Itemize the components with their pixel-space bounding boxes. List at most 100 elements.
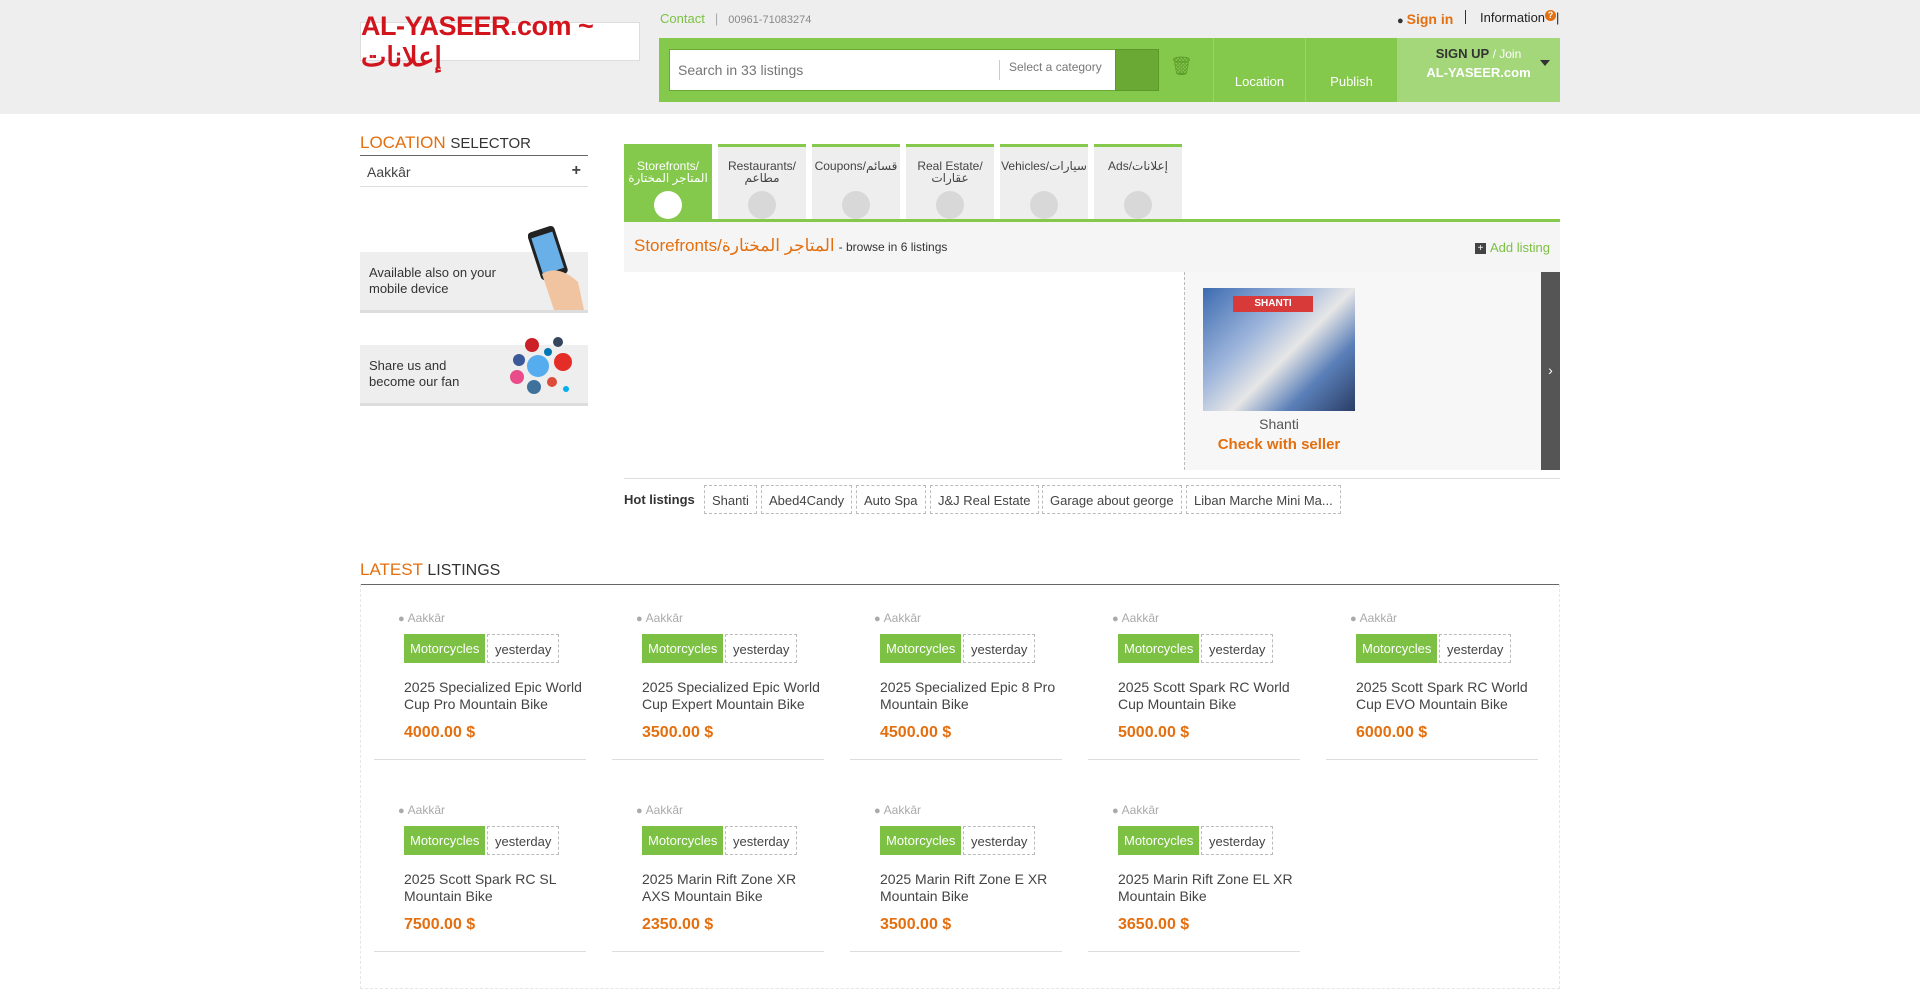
listing-category[interactable]: Motorcycles — [880, 634, 962, 663]
chevron-right-icon[interactable]: › — [1541, 272, 1560, 470]
listing-category[interactable]: Motorcycles — [1356, 634, 1438, 663]
listing-card[interactable]: ● Aakkâr Motorcycles yesterday 2025 Speciali… — [850, 584, 1062, 760]
location-item[interactable]: Aakkâr + — [360, 156, 588, 187]
listing-category[interactable]: Motorcycles — [642, 826, 724, 855]
listing-category[interactable]: Motorcycles — [880, 826, 962, 855]
trash-icon[interactable]: 🗑 — [1170, 56, 1193, 77]
listing-card[interactable]: ● Aakkâr Motorcycles yesterday 2025 Marin Ri… — [850, 776, 1062, 952]
search-input[interactable] — [678, 59, 993, 81]
share-promo[interactable]: Share us and become our fan — [360, 337, 588, 406]
tab-label: Restaurants/ ﻣﻄﺎﻋﻢ — [727, 159, 797, 185]
listing-card[interactable]: ● Aakkâr Motorcycles yesterday 2025 Scott Sp… — [374, 776, 586, 952]
listing-title[interactable]: 2025 Scott Spark RC World Cup Mountain B… — [1118, 679, 1298, 713]
hot-tag[interactable]: Shanti — [704, 485, 757, 514]
listing-category[interactable]: Motorcycles — [404, 634, 486, 663]
listing-location-label: Aakkâr — [883, 803, 922, 817]
plus-icon: + — [1475, 243, 1487, 255]
listing-title[interactable]: 2025 Scott Spark RC SL Mountain Bike — [404, 871, 584, 905]
listing-title[interactable]: 2025 Specialized Epic 8 Pro Mountain Bik… — [880, 679, 1060, 713]
nav-location-label: Location — [1234, 74, 1285, 89]
listing-location-label: Aakkâr — [645, 803, 684, 817]
search-button[interactable] — [1115, 49, 1159, 91]
tab-coupons[interactable]: Coupons/ﻗﺴﺎﺋﻢ — [812, 144, 900, 220]
listing-category[interactable]: Motorcycles — [1118, 826, 1200, 855]
listing-title[interactable]: 2025 Marin Rift Zone XR AXS Mountain Bik… — [642, 871, 822, 905]
listing-card[interactable]: ● Aakkâr Motorcycles yesterday 2025 Speciali… — [374, 584, 586, 760]
listing-title[interactable]: 2025 Scott Spark RC World Cup EVO Mounta… — [1356, 679, 1536, 713]
listing-location-label: Aakkâr — [1121, 803, 1160, 817]
listing-location: ● Aakkâr — [874, 803, 921, 817]
information-label: Information — [1480, 10, 1546, 25]
signup-button[interactable]: SIGN UP / Join AL-YASEER.com — [1397, 38, 1560, 102]
mobile-promo[interactable]: Available also on your mobile device — [360, 225, 588, 313]
map-pin-icon: ● — [1350, 613, 1357, 625]
search-field[interactable]: Select a category — [669, 49, 1119, 91]
title-rest: LISTINGS — [427, 562, 501, 579]
signup-site: AL-YASEER.com — [1426, 65, 1531, 80]
header-action-bar: Select a category 🗑 Location Publish SIG… — [659, 38, 1560, 102]
map-pin-icon: ● — [1112, 613, 1119, 625]
add-listing-link[interactable]: + Add listing — [1475, 240, 1550, 255]
signin-link[interactable]: ● Sign in — [1397, 11, 1453, 27]
divider — [1465, 10, 1466, 24]
featured-store-card[interactable]: SHANTI Shanti Check with seller — [1184, 272, 1541, 470]
listing-category[interactable]: Motorcycles — [1118, 634, 1200, 663]
nav-publish[interactable]: Publish — [1305, 38, 1397, 102]
listing-card[interactable]: ● Aakkâr Motorcycles yesterday 2025 Scott Sp… — [1088, 584, 1300, 760]
listing-price: 3650.00 $ — [1118, 916, 1190, 933]
store-image[interactable]: SHANTI — [1203, 288, 1355, 411]
tab-vehicles[interactable]: Vehicles/ﺳﻴﺎﺭﺍﺕ — [1000, 144, 1088, 220]
information-link[interactable]: Information? | — [1480, 10, 1559, 25]
contact-link[interactable]: Contact — [660, 11, 705, 26]
caret-down-icon — [1540, 60, 1550, 66]
listing-title[interactable]: 2025 Specialized Epic World Cup Expert M… — [642, 679, 822, 713]
listing-location-label: Aakkâr — [407, 803, 446, 817]
listing-price: 4000.00 $ — [404, 724, 476, 741]
header: AL-YASEER.com ~ إعلانات Contact | 00961-71… — [0, 0, 1920, 114]
divider: | — [714, 11, 719, 26]
hot-tag[interactable]: J&J Real Estate — [930, 485, 1039, 514]
map-pin-icon: ● — [874, 805, 881, 817]
tab-ads[interactable]: Ads/ﺇﻋﻼﻧﺎﺕ — [1094, 144, 1182, 220]
listing-date: yesterday — [725, 826, 798, 855]
storefront-title[interactable]: Storefronts/ﺍﻟﻤﺘﺎﺟﺮ ﺍﻟﻤﺨﺘﺎﺭﺓ - browse in … — [634, 236, 947, 256]
map-pin-icon: ● — [398, 613, 405, 625]
site-logo[interactable]: AL-YASEER.com ~ إعلانات — [360, 11, 640, 72]
listing-location: ● Aakkâr — [1350, 611, 1397, 625]
listing-date: yesterday — [1439, 634, 1512, 663]
tab-storefronts[interactable]: Storefronts/ ﺍﻟﻤﺘﺎﺟﺮ ﺍﻟﻤﺨﺘﺎﺭﺓ — [624, 144, 712, 220]
listing-price: 6000.00 $ — [1356, 724, 1428, 741]
user-icon: ● — [1397, 15, 1404, 27]
signup-label: SIGN UP — [1435, 46, 1489, 61]
listing-card[interactable]: ● Aakkâr Motorcycles yesterday 2025 Marin Ri… — [612, 776, 824, 952]
nav-location[interactable]: Location — [1213, 38, 1305, 102]
category-select[interactable]: Select a category — [999, 60, 1102, 80]
nav-publish-label: Publish — [1330, 74, 1373, 89]
tab-real-estate[interactable]: Real Estate/ ﻋﻘﺎﺭﺍﺕ — [906, 144, 994, 220]
divider — [624, 478, 1560, 479]
house-icon — [936, 191, 964, 219]
listing-price: 5000.00 $ — [1118, 724, 1190, 741]
check-with-seller[interactable]: Check with seller — [1185, 436, 1373, 453]
listing-card[interactable]: ● Aakkâr Motorcycles yesterday 2025 Speciali… — [612, 584, 824, 760]
listing-location: ● Aakkâr — [1112, 611, 1159, 625]
listing-category[interactable]: Motorcycles — [404, 826, 486, 855]
phone-number: 00961-71083274 — [728, 14, 812, 26]
store-name[interactable]: Shanti — [1185, 416, 1373, 432]
listing-title[interactable]: 2025 Specialized Epic World Cup Pro Moun… — [404, 679, 584, 713]
listing-category[interactable]: Motorcycles — [642, 634, 724, 663]
listing-price: 3500.00 $ — [880, 916, 952, 933]
tab-restaurants[interactable]: Restaurants/ ﻣﻄﺎﻋﻢ — [718, 144, 806, 220]
hot-tag[interactable]: Auto Spa — [856, 485, 926, 514]
listing-title[interactable]: 2025 Marin Rift Zone E XR Mountain Bike — [880, 871, 1060, 905]
hot-tag[interactable]: Abed4Candy — [761, 485, 853, 514]
listing-location: ● Aakkâr — [636, 803, 683, 817]
tab-label: Real Estate/ ﻋﻘﺎﺭﺍﺕ — [917, 159, 983, 185]
listing-card[interactable]: ● Aakkâr Motorcycles yesterday 2025 Marin Ri… — [1088, 776, 1300, 952]
hot-tag[interactable]: Garage about george — [1042, 485, 1182, 514]
listing-title[interactable]: 2025 Marin Rift Zone EL XR Mountain Bike — [1118, 871, 1298, 905]
listing-card[interactable]: ● Aakkâr Motorcycles yesterday 2025 Scott Sp… — [1326, 584, 1538, 760]
listing-date: yesterday — [963, 826, 1036, 855]
hot-tag[interactable]: Liban Marche Mini Ma... — [1186, 485, 1341, 514]
plus-icon[interactable]: + — [572, 162, 581, 180]
